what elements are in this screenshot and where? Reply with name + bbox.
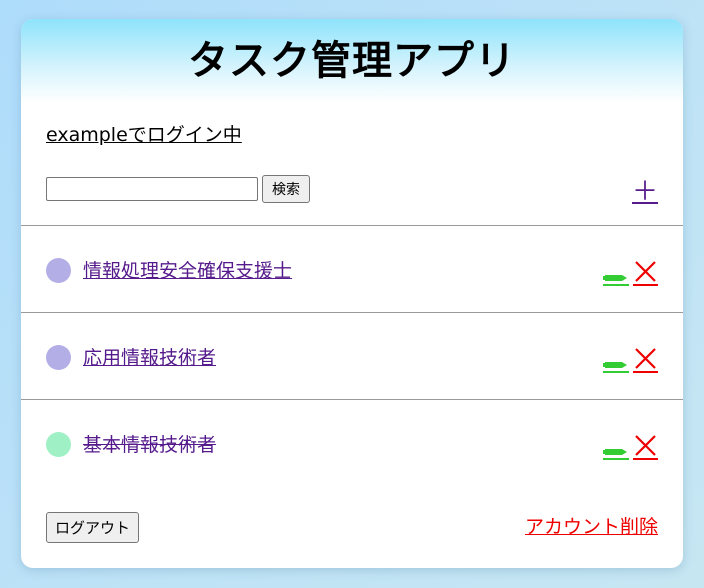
- logout-button[interactable]: ログアウト: [46, 512, 140, 543]
- pencil-icon[interactable]: [603, 266, 629, 286]
- close-icon[interactable]: [633, 433, 658, 460]
- task-title-link[interactable]: 応用情報技術者: [83, 345, 216, 371]
- task-status-dot: [46, 432, 71, 457]
- search-button[interactable]: 検索: [262, 175, 310, 203]
- task-title-link[interactable]: 基本情報技術者: [83, 432, 216, 458]
- app-card: タスク管理アプリ exampleでログイン中 検索 ＋ 情報処理安全確保支援士: [21, 19, 683, 568]
- search-input[interactable]: [46, 177, 258, 201]
- task-title-link[interactable]: 情報処理安全確保支援士: [83, 258, 292, 284]
- task-row: 基本情報技術者: [21, 399, 683, 486]
- login-status-link[interactable]: exampleでログイン中: [46, 122, 242, 148]
- footer: ログアウト アカウント削除: [21, 509, 683, 545]
- pencil-icon[interactable]: [603, 440, 629, 460]
- task-row: 情報処理安全確保支援士: [21, 225, 683, 312]
- search-form: 検索: [46, 174, 310, 204]
- task-list: 情報処理安全確保支援士 応用情報技術者 基本情報技術者: [21, 225, 683, 486]
- task-status-dot: [46, 345, 71, 370]
- app-header: タスク管理アプリ: [21, 19, 683, 103]
- close-icon[interactable]: [633, 346, 658, 373]
- delete-account-link[interactable]: アカウント削除: [525, 514, 658, 540]
- task-status-dot: [46, 258, 71, 283]
- add-task-button[interactable]: ＋: [632, 177, 658, 207]
- pencil-icon[interactable]: [603, 353, 629, 373]
- task-row: 応用情報技術者: [21, 312, 683, 399]
- app-title: タスク管理アプリ: [188, 38, 516, 84]
- close-icon[interactable]: [633, 259, 658, 286]
